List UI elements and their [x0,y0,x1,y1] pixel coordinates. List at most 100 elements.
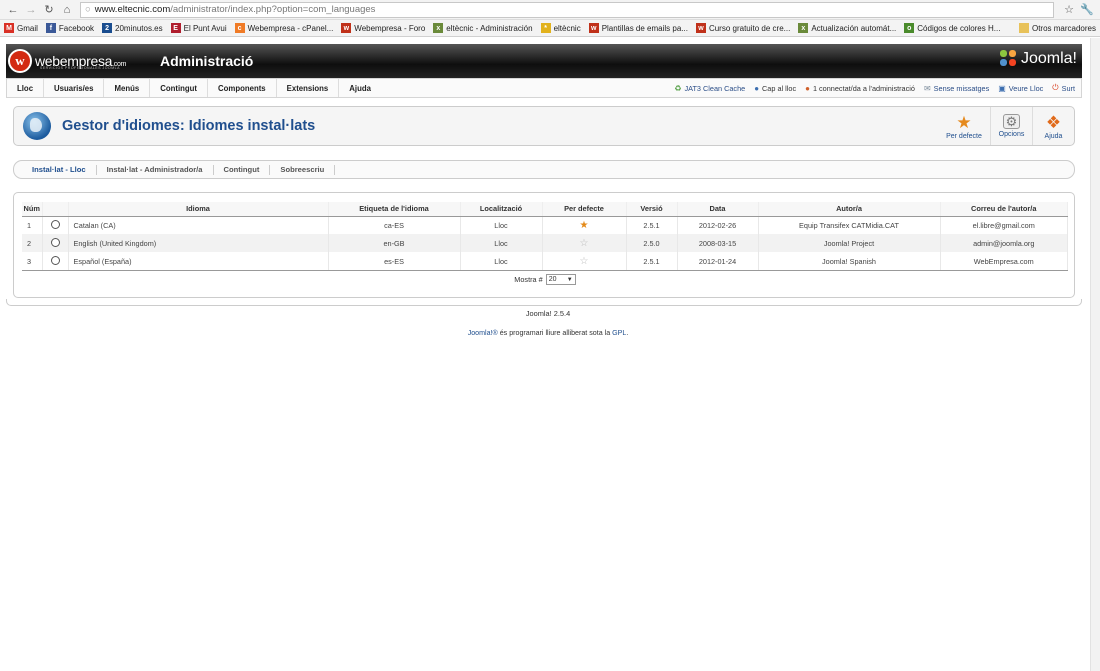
row-radio[interactable] [50,219,60,229]
row-default[interactable]: ☆ [542,234,627,252]
messages-link[interactable]: ✉ Sense missatges [924,84,989,93]
row-default[interactable]: ☆ [542,252,627,270]
logout-label: Surt [1061,83,1075,93]
bookmark-item[interactable]: x Actualización automát... [798,23,896,33]
view-site-link[interactable]: ▣ Veure Lloc [998,84,1043,93]
tool-icon: x [433,23,444,33]
options-icon: ⚙ [1003,114,1020,129]
webempresa-icon: w [341,23,352,33]
wrench-icon[interactable]: 🔧 [1078,2,1096,18]
tab-content[interactable]: Contingut [214,164,271,175]
clean-cache-label: JAT3 Clean Cache [684,83,746,93]
col-number: Núm [22,202,43,217]
options-button[interactable]: ⚙ Opcions [990,107,1032,145]
row-radio[interactable] [50,237,60,247]
make-default-star-icon[interactable]: ☆ [580,238,589,249]
bookmark-item[interactable]: o Códigos de colores H... [904,23,1000,33]
row-number: 2 [22,234,43,252]
user-icon: ● [805,83,810,93]
bookmark-label: eltècnic - Administración [446,23,533,33]
row-version: 2.5.1 [626,216,678,234]
status-links: ♻ JAT3 Clean Cache ● Cap al lloc ● 1 connec… [665,83,1081,93]
admin-header: w webempresa.com SERVICIOS PROFESIONALES… [6,44,1082,78]
bookmark-item[interactable]: c Webempresa - cPanel... [234,23,333,33]
20minutos-icon: 2 [102,23,113,33]
bookmark-item[interactable]: w Plantillas de emails pa... [588,23,688,33]
webempresa-icon: w [588,23,599,33]
row-author: Joomla! Project [758,234,941,252]
make-default-star-icon[interactable]: ☆ [580,256,589,267]
col-language-tag[interactable]: Etiqueta de l'idioma [328,202,461,217]
tab-installed-admin[interactable]: Instal·lat - Administrador/a [97,164,214,175]
bookmark-star-icon[interactable]: ☆ [1060,2,1078,18]
row-select[interactable] [42,252,69,270]
menu-content[interactable]: Contingut [150,79,208,97]
clean-cache-link[interactable]: ♻ JAT3 Clean Cache [674,84,745,93]
gpl-link[interactable]: GPL [612,329,626,337]
other-bookmarks[interactable]: Otros marcadores [1018,23,1096,33]
row-radio[interactable] [50,255,60,265]
webempresa-logo[interactable]: w webempresa.com SERVICIOS PROFESIONALES… [6,49,160,73]
logout-link[interactable]: ⏻ Surt [1052,83,1075,93]
row-tag: ca-ES [328,216,461,234]
url-path: /administrator/index.php?option=com_lang… [170,4,376,15]
outer-panel-bottom [6,299,1082,306]
facebook-icon: f [45,23,56,33]
cache-icon: ♻ [674,83,682,93]
bookmark-item[interactable]: M Gmail [4,23,38,33]
bookmark-item[interactable]: * eltècnic [540,23,581,33]
sun-icon: * [540,23,551,33]
back-icon[interactable]: ← [4,2,22,18]
row-email: admin@joomla.org [940,234,1068,252]
bookmark-item[interactable]: E El Punt Avui [170,23,227,33]
bookmark-item[interactable]: w Webempresa - Foro [341,23,425,33]
tab-installed-site[interactable]: Instal·lat - Lloc [22,164,97,175]
tab-overrides[interactable]: Sobreescriu [270,164,336,175]
power-icon: ⏻ [1052,83,1059,92]
page-scrollbar[interactable] [1090,38,1100,671]
bookmark-label: Gmail [17,23,38,33]
bookmark-item[interactable]: 2 20minutos.es [102,23,163,33]
pagination-footer: Mostra # 20 ▼ [22,270,1068,288]
set-default-button[interactable]: ★ Per defecte [938,107,990,145]
row-author: Equip Transifex CATMidia.CAT [758,216,941,234]
address-bar[interactable]: ○ www.eltecnic.com/administrator/index.p… [80,1,1054,18]
row-default[interactable]: ★ [542,216,627,234]
col-author-email: Correu de l'autor/a [940,202,1068,217]
reload-icon[interactable]: ↻ [40,2,58,18]
list-limit-select[interactable]: 20 ▼ [545,274,576,285]
row-version: 2.5.0 [626,234,678,252]
connected-label: 1 connectat/da a l'administració [812,83,915,93]
row-location: Lloc [460,216,543,234]
set-default-label: Per defecte [946,132,982,140]
default-star-icon[interactable]: ★ [580,220,589,231]
menu-users[interactable]: Usuaris/es [44,79,105,97]
star-icon: ★ [956,112,972,132]
joomla-logo: Joomla! [999,50,1077,68]
url-host: www.eltecnic.com [94,4,171,15]
bookmark-item[interactable]: x eltècnic - Administración [433,23,533,33]
menu-menus[interactable]: Menús [104,79,151,97]
col-version: Versió [626,202,678,217]
row-location: Lloc [460,252,543,270]
col-language[interactable]: Idioma [68,202,329,217]
row-select[interactable] [42,234,69,252]
menu-site[interactable]: Lloc [7,79,45,97]
bookmark-item[interactable]: w Curso gratuito de cre... [695,23,790,33]
go-to-site-link[interactable]: ● Cap al lloc [754,84,796,93]
row-language: Catalan (CA) [68,216,329,234]
joomla-mark-icon [999,50,1018,68]
help-button[interactable]: ❖ Ajuda [1032,107,1074,145]
languages-table: Núm Idioma Etiqueta de l'idioma Localitz… [22,202,1068,270]
bookmark-item[interactable]: f Facebook [45,23,94,33]
bookmark-label: Plantillas de emails pa... [601,23,688,33]
row-language: English (United Kingdom) [68,234,329,252]
home-icon[interactable]: ⌂ [58,2,76,18]
mail-icon: ✉ [923,83,931,93]
menu-help[interactable]: Ajuda [339,79,381,97]
menu-extensions[interactable]: Extensions [277,79,340,97]
menu-components[interactable]: Components [208,79,277,97]
joomla-link[interactable]: Joomla!® [468,329,498,337]
row-select[interactable] [42,216,69,234]
forward-icon[interactable]: → [22,2,40,18]
